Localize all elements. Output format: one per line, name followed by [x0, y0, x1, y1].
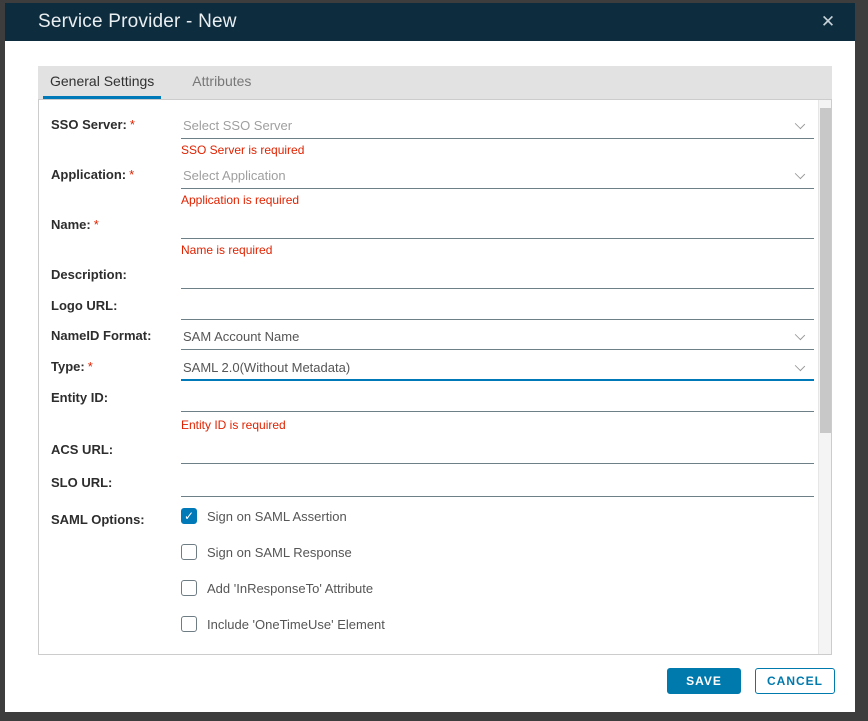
tab-bar: General Settings Attributes — [38, 66, 832, 99]
close-icon[interactable]: ✕ — [817, 11, 839, 33]
tab-general-settings[interactable]: General Settings — [43, 66, 161, 99]
chevron-down-icon — [796, 362, 804, 370]
description-label: Description: — [51, 267, 179, 282]
sso-server-label: SSO Server:* — [51, 117, 179, 132]
checkbox-add-inresponseto[interactable]: Add 'InResponseTo' Attribute — [181, 580, 373, 596]
checkbox-label: Sign on SAML Response — [207, 545, 352, 560]
checkbox-checked-icon[interactable]: ✓ — [181, 508, 197, 524]
application-select[interactable]: Select Application — [181, 163, 814, 189]
chevron-down-icon — [796, 170, 804, 178]
checkbox-label: Include 'OneTimeUse' Element — [207, 617, 385, 632]
name-error: Name is required — [181, 243, 272, 257]
cancel-button[interactable]: CANCEL — [755, 668, 835, 694]
required-marker: * — [85, 359, 93, 374]
name-label: Name:* — [51, 217, 179, 232]
logo-url-input-wrap — [181, 294, 814, 320]
type-select[interactable]: SAML 2.0(Without Metadata) — [181, 355, 814, 381]
entity-id-error: Entity ID is required — [181, 418, 286, 432]
logo-url-input[interactable] — [183, 296, 783, 318]
saml-options-label: SAML Options: — [51, 512, 145, 527]
application-placeholder: Select Application — [183, 168, 286, 183]
sso-server-select[interactable]: Select SSO Server — [181, 113, 814, 139]
description-input[interactable] — [183, 265, 783, 287]
slo-url-input[interactable] — [183, 473, 783, 495]
required-marker: * — [127, 117, 135, 132]
name-input-wrap — [181, 213, 814, 239]
entity-id-input-wrap — [181, 386, 814, 412]
acs-url-label: ACS URL: — [51, 442, 179, 457]
checkbox-sign-saml-response[interactable]: Sign on SAML Response — [181, 544, 352, 560]
save-button[interactable]: SAVE — [667, 668, 741, 694]
form-panel: SSO Server:* Select SSO Server SSO Serve… — [38, 99, 832, 655]
modal-backdrop: Service Provider - New ✕ General Setting… — [0, 0, 868, 721]
checkbox-sign-saml-assertion[interactable]: ✓ Sign on SAML Assertion — [181, 508, 347, 524]
name-input[interactable] — [183, 215, 783, 237]
checkbox-label: Sign on SAML Assertion — [207, 509, 347, 524]
checkbox-unchecked-icon[interactable] — [181, 544, 197, 560]
entity-id-input[interactable] — [183, 388, 783, 410]
application-error: Application is required — [181, 193, 299, 207]
vertical-scrollbar[interactable] — [818, 100, 831, 654]
checkbox-label: Add 'InResponseTo' Attribute — [207, 581, 373, 596]
description-input-wrap — [181, 263, 814, 289]
checkbox-unchecked-icon[interactable] — [181, 616, 197, 632]
nameid-format-select[interactable]: SAM Account Name — [181, 324, 814, 350]
acs-url-input-wrap — [181, 438, 814, 464]
required-marker: * — [126, 167, 134, 182]
type-label: Type:* — [51, 359, 179, 374]
modal-title: Service Provider - New — [38, 11, 237, 33]
slo-url-label: SLO URL: — [51, 475, 179, 490]
checkbox-include-onetimeuse[interactable]: Include 'OneTimeUse' Element — [181, 616, 385, 632]
logo-url-label: Logo URL: — [51, 298, 179, 313]
checkbox-unchecked-icon[interactable] — [181, 580, 197, 596]
slo-url-input-wrap — [181, 471, 814, 497]
sso-server-error: SSO Server is required — [181, 143, 304, 157]
application-label: Application:* — [51, 167, 179, 182]
chevron-down-icon — [796, 120, 804, 128]
sso-server-placeholder: Select SSO Server — [183, 118, 292, 133]
required-marker: * — [91, 217, 99, 232]
type-value: SAML 2.0(Without Metadata) — [183, 360, 350, 375]
chevron-down-icon — [796, 331, 804, 339]
nameid-format-value: SAM Account Name — [183, 329, 299, 344]
modal-header: Service Provider - New ✕ — [5, 3, 855, 41]
scrollbar-thumb[interactable] — [820, 108, 831, 433]
entity-id-label: Entity ID: — [51, 390, 179, 405]
acs-url-input[interactable] — [183, 440, 783, 462]
nameid-format-label: NameID Format: — [51, 328, 179, 343]
tab-attributes[interactable]: Attributes — [185, 66, 258, 99]
service-provider-modal: Service Provider - New ✕ General Setting… — [5, 3, 855, 712]
